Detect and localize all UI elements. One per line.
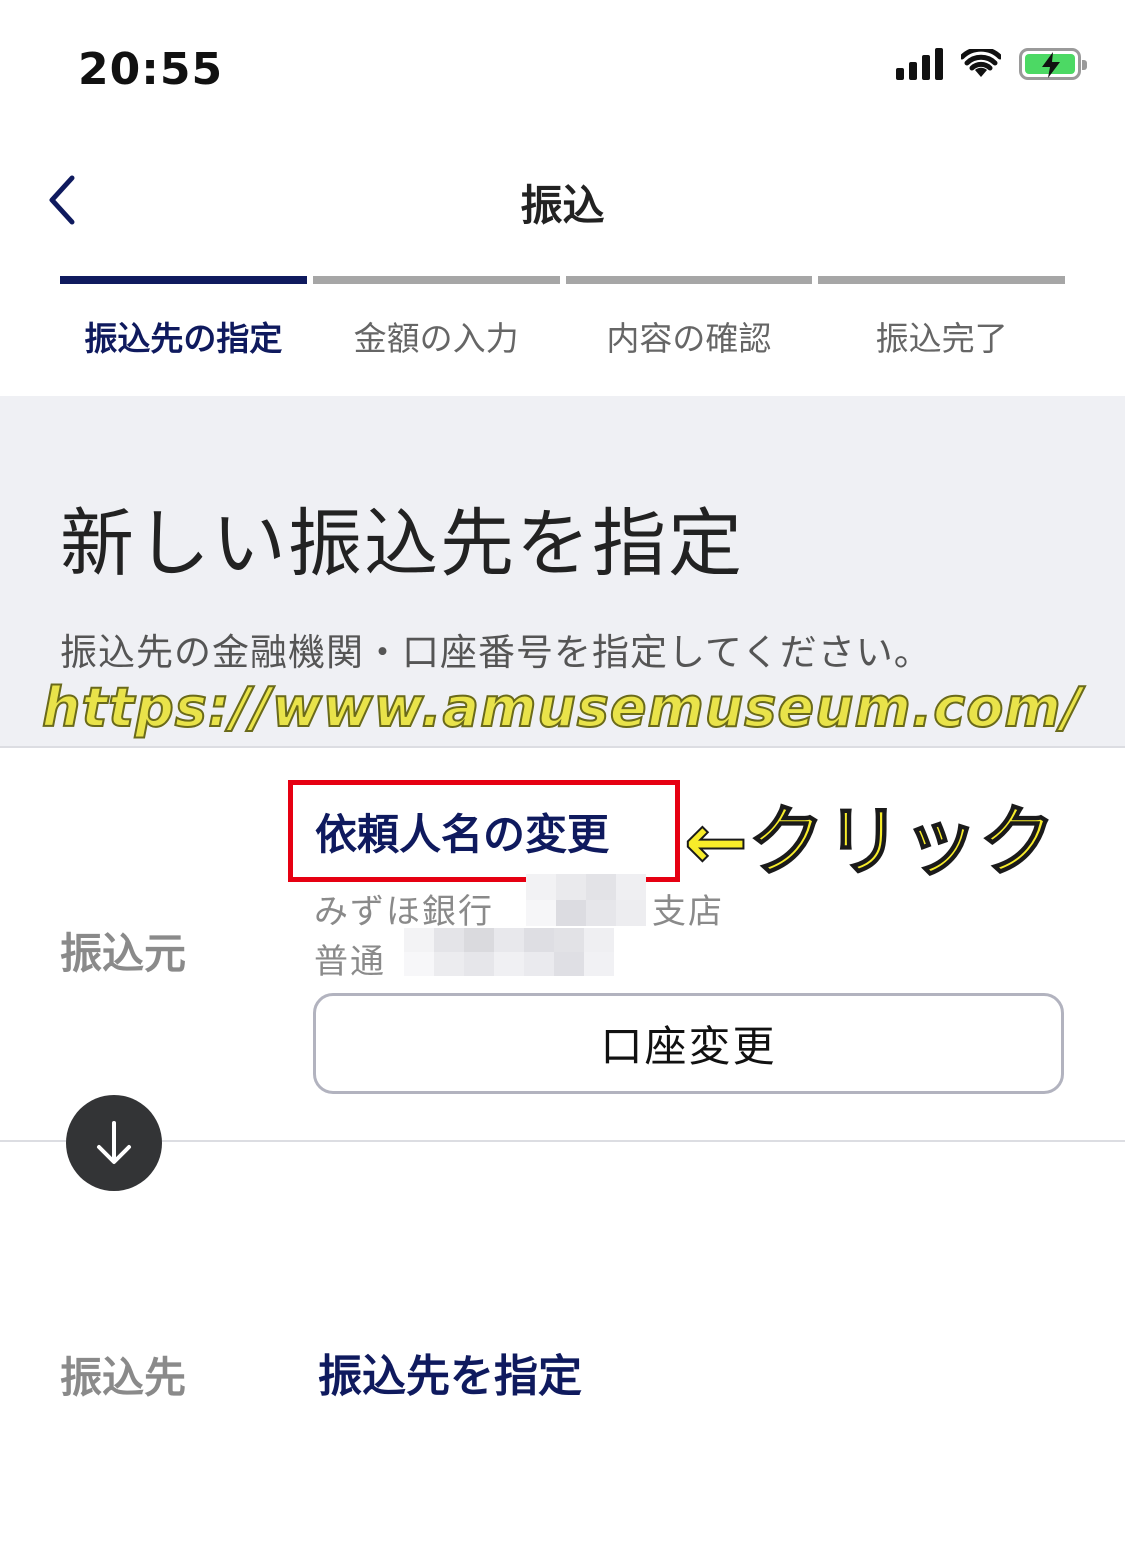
change-account-button[interactable]: 口座変更 bbox=[313, 993, 1064, 1094]
redacted-branch bbox=[526, 874, 646, 926]
signal-icon bbox=[896, 48, 943, 80]
step-label: 振込先の指定 bbox=[84, 319, 283, 358]
progress-steps: 振込先の指定 金額の入力 内容の確認 振込完了 bbox=[60, 276, 1065, 360]
specify-destination-link[interactable]: 振込先を指定 bbox=[318, 1340, 582, 1404]
redacted-account-number bbox=[404, 928, 614, 976]
intro-section: 新しい振込先を指定 振込先の金融機関・口座番号を指定してください。 https:… bbox=[0, 396, 1125, 748]
to-account-label: 振込先 bbox=[60, 1353, 187, 1402]
step-specify-destination: 振込先の指定 bbox=[60, 276, 307, 360]
step-label: 金額の入力 bbox=[353, 319, 519, 358]
battery-charging-icon bbox=[1019, 48, 1087, 80]
from-account-label: 振込元 bbox=[60, 929, 187, 978]
status-icons bbox=[896, 48, 1087, 80]
section-divider bbox=[0, 1140, 1125, 1142]
section-description: 振込先の金融機関・口座番号を指定してください。 bbox=[60, 631, 932, 674]
status-time: 20:55 bbox=[78, 44, 224, 95]
section-title: 新しい振込先を指定 bbox=[60, 501, 744, 587]
change-requester-name-link[interactable]: 依頼人名の変更 bbox=[288, 780, 680, 882]
step-enter-amount: 金額の入力 bbox=[312, 276, 560, 360]
step-complete: 振込完了 bbox=[818, 276, 1065, 360]
wifi-icon bbox=[961, 49, 1001, 77]
step-confirm: 内容の確認 bbox=[565, 276, 813, 360]
arrow-down-icon bbox=[66, 1095, 162, 1191]
page-title: 振込 bbox=[520, 181, 605, 230]
branch-suffix: 支店 bbox=[652, 892, 724, 932]
account-type: 普通 bbox=[314, 942, 386, 982]
watermark-url: https://www.amusemuseum.com/ bbox=[41, 675, 1083, 740]
step-label: 内容の確認 bbox=[606, 319, 772, 358]
click-annotation: ←クリック bbox=[683, 796, 1057, 887]
bank-name: みずほ銀行 bbox=[314, 892, 494, 932]
step-label: 振込完了 bbox=[875, 319, 1008, 358]
transfer-screen: 20:55 振込 振込先の指定 金額の入力 内容の確認 振込完了 新しい振込先を… bbox=[0, 0, 1125, 1552]
